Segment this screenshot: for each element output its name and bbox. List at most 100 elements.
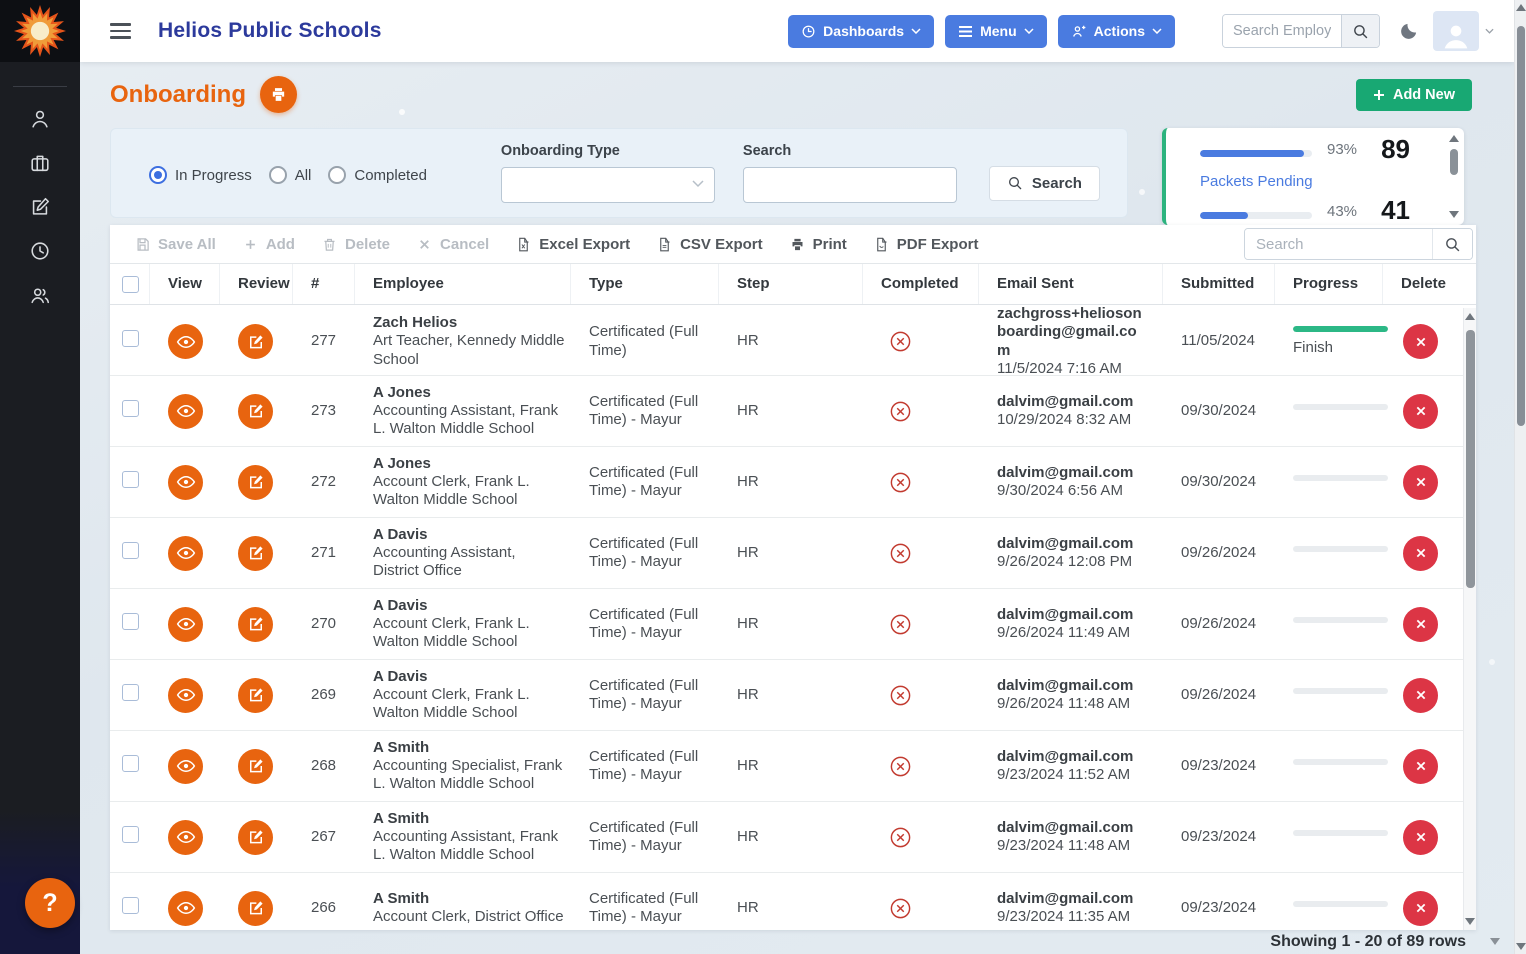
cancel-button[interactable]: Cancel xyxy=(417,236,489,253)
row-checkbox[interactable] xyxy=(122,541,139,559)
scrollbar-thumb[interactable] xyxy=(1466,330,1475,588)
email-sent-time: 9/26/2024 11:48 AM xyxy=(997,695,1131,712)
review-button[interactable] xyxy=(238,677,273,713)
table-search-input[interactable] xyxy=(1245,229,1432,259)
delete-button[interactable] xyxy=(1403,464,1438,500)
delete-button[interactable]: Delete xyxy=(322,236,390,253)
scrollbar-thumb[interactable] xyxy=(1450,149,1458,175)
row-checkbox[interactable] xyxy=(122,612,139,630)
employee-search-input[interactable] xyxy=(1223,15,1341,47)
onboarding-type-select[interactable] xyxy=(500,167,715,203)
search-icon xyxy=(1446,237,1460,251)
save-all-button[interactable]: Save All xyxy=(135,236,216,253)
delete-button[interactable] xyxy=(1403,324,1438,360)
chevron-down-icon xyxy=(1152,28,1162,34)
review-button[interactable] xyxy=(238,819,273,855)
onboarding-table-card: Save All Add Delete Cancel Excel Export CSV E… xyxy=(110,225,1476,930)
row-type: Certificated (Full Time) xyxy=(589,323,699,359)
row-number: 268 xyxy=(311,756,337,774)
help-button[interactable]: ? xyxy=(25,878,75,928)
row-checkbox[interactable] xyxy=(122,330,139,348)
hamburger-menu-icon[interactable] xyxy=(110,23,131,39)
sidebar-item-profile[interactable] xyxy=(0,97,80,141)
print-packet-button[interactable] xyxy=(259,76,297,113)
csv-export-button[interactable]: CSV Export xyxy=(657,236,763,253)
delete-button[interactable] xyxy=(1403,890,1438,926)
packets-pending-link[interactable]: Packets Pending xyxy=(1200,173,1313,190)
print-button[interactable]: Print xyxy=(790,236,847,253)
dashboards-button[interactable]: Dashboards xyxy=(788,14,935,48)
row-checkbox[interactable] xyxy=(122,399,139,417)
view-button[interactable] xyxy=(168,677,203,713)
menu-button[interactable]: Menu xyxy=(945,14,1047,48)
add-new-button[interactable]: Add New xyxy=(1355,78,1472,111)
review-button[interactable] xyxy=(238,890,273,926)
review-button[interactable] xyxy=(238,748,273,784)
delete-button[interactable] xyxy=(1403,535,1438,571)
review-button[interactable] xyxy=(238,324,273,360)
view-button[interactable] xyxy=(168,890,203,926)
col-view: View xyxy=(150,264,220,304)
dark-mode-toggle[interactable] xyxy=(1398,21,1419,42)
avatar[interactable] xyxy=(1433,11,1479,51)
table-toolbar: Save All Add Delete Cancel Excel Export CSV E… xyxy=(110,225,1476,263)
actions-button[interactable]: Actions xyxy=(1057,14,1175,48)
row-checkbox[interactable] xyxy=(122,754,139,772)
delete-button[interactable] xyxy=(1403,677,1438,713)
row-checkbox[interactable] xyxy=(122,896,139,914)
row-checkbox[interactable] xyxy=(122,683,139,701)
scroll-down-arrow[interactable] xyxy=(1490,938,1500,945)
row-progress xyxy=(1275,758,1388,774)
app-title: Helios Public Schools xyxy=(158,19,382,42)
excel-export-button[interactable]: Excel Export xyxy=(516,236,630,253)
delete-button[interactable] xyxy=(1403,748,1438,784)
app-logo[interactable] xyxy=(0,0,80,62)
delete-button[interactable] xyxy=(1403,393,1438,429)
review-button[interactable] xyxy=(238,535,273,571)
radio-all[interactable]: All xyxy=(268,166,311,184)
pdf-export-button[interactable]: PDF Export xyxy=(874,236,978,253)
email-sent-time: 9/23/2024 11:52 AM xyxy=(997,766,1131,783)
email-address: dalvim@gmail.com xyxy=(997,605,1134,623)
email-address: dalvim@gmail.com xyxy=(997,747,1134,765)
view-button[interactable] xyxy=(168,393,203,429)
row-checkbox[interactable] xyxy=(122,470,139,488)
stats-card-scrollbar[interactable] xyxy=(1448,133,1460,220)
employee-name: A Davis xyxy=(373,596,428,614)
scrollbar-thumb[interactable] xyxy=(1517,26,1525,426)
view-button[interactable] xyxy=(168,748,203,784)
radio-completed[interactable]: Completed xyxy=(328,166,427,184)
table-search-button[interactable] xyxy=(1432,229,1472,259)
radio-in-progress[interactable]: In Progress xyxy=(149,166,252,184)
sidebar-item-people[interactable] xyxy=(0,273,80,317)
sidebar-item-jobs[interactable] xyxy=(0,141,80,185)
review-button[interactable] xyxy=(238,393,273,429)
delete-button[interactable] xyxy=(1403,819,1438,855)
avatar-chevron-icon[interactable] xyxy=(1485,28,1494,34)
view-button[interactable] xyxy=(168,819,203,855)
review-button[interactable] xyxy=(238,606,273,642)
edit-icon xyxy=(249,688,263,702)
filter-search-button[interactable]: Search xyxy=(988,165,1100,201)
email-address: dalvim@gmail.com xyxy=(997,534,1134,552)
review-button[interactable] xyxy=(238,464,273,500)
employee-name: A Jones xyxy=(373,383,431,401)
sidebar-item-history[interactable] xyxy=(0,229,80,273)
filter-search-input[interactable] xyxy=(742,167,957,203)
sidebar-item-compose[interactable] xyxy=(0,185,80,229)
view-button[interactable] xyxy=(168,324,203,360)
row-progress xyxy=(1275,403,1388,419)
employee-search-button[interactable] xyxy=(1341,15,1379,47)
delete-button[interactable] xyxy=(1403,606,1438,642)
view-button[interactable] xyxy=(168,464,203,500)
page-scrollbar[interactable] xyxy=(1514,0,1526,954)
employee-name: Zach Helios xyxy=(373,314,458,332)
row-checkbox[interactable] xyxy=(122,825,139,843)
edit-icon xyxy=(249,759,263,773)
table-scrollbar[interactable] xyxy=(1463,308,1476,930)
eye-icon xyxy=(176,688,195,702)
view-button[interactable] xyxy=(168,535,203,571)
select-all-checkbox[interactable] xyxy=(122,275,139,293)
add-button[interactable]: Add xyxy=(243,236,295,253)
view-button[interactable] xyxy=(168,606,203,642)
